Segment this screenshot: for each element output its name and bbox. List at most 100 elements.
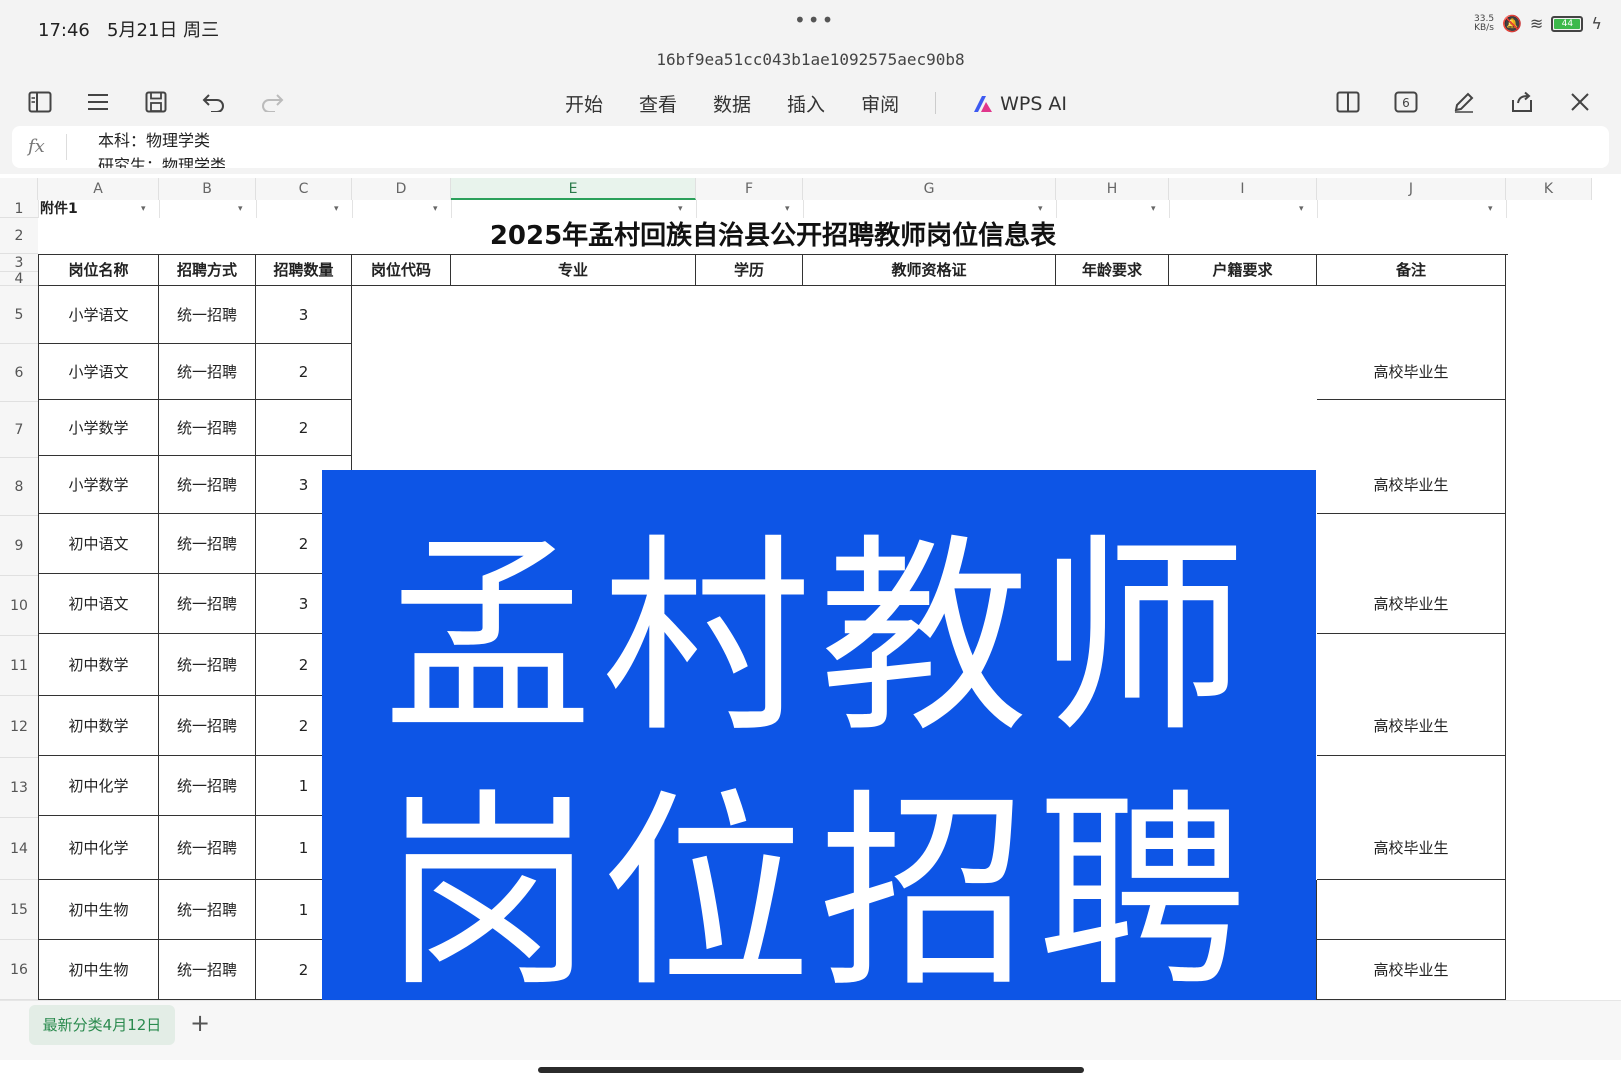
table-cell-c[interactable]: 2 bbox=[256, 344, 352, 400]
row-header-9[interactable]: 9 bbox=[0, 516, 38, 576]
add-sheet-button[interactable]: + bbox=[190, 1009, 210, 1037]
table-cell-a[interactable]: 初中语文 bbox=[38, 574, 159, 634]
column-header-i[interactable]: I bbox=[1169, 178, 1317, 200]
formula-bar[interactable]: fx 本科：物理学类 研究生：物理学类 bbox=[12, 126, 1609, 168]
row-header-2[interactable]: 2 bbox=[0, 218, 38, 254]
filter-dropdown-icon[interactable]: ▾ bbox=[1488, 205, 1498, 214]
table-cell-a[interactable]: 初中化学 bbox=[38, 756, 159, 816]
wps-ai-button[interactable]: WPS AI bbox=[972, 90, 1067, 117]
row-header-1[interactable]: 1 bbox=[0, 200, 38, 218]
column-header-c[interactable]: C bbox=[256, 178, 352, 200]
table-cell-b[interactable]: 统一招聘 bbox=[159, 696, 256, 756]
table-cell-j[interactable]: 高校毕业生 bbox=[1317, 816, 1506, 880]
more-dots-icon[interactable]: ••• bbox=[794, 8, 835, 32]
column-title-b[interactable]: 招聘方式 bbox=[159, 254, 256, 286]
filter-dropdown-icon[interactable]: ▾ bbox=[238, 205, 248, 214]
table-cell-b[interactable]: 统一招聘 bbox=[159, 574, 256, 634]
table-cell-a[interactable]: 小学数学 bbox=[38, 456, 159, 514]
row-header-16[interactable]: 16 bbox=[0, 940, 38, 1000]
spreadsheet-grid[interactable]: A B C D E F G H I J K 1 2 3 4 5 6 7 8 9 10 11 12 13 14 15 16 附件1 ▾ ▾ ▾… bbox=[0, 174, 1621, 1000]
save-icon[interactable] bbox=[142, 88, 170, 116]
row-header-13[interactable]: 13 bbox=[0, 758, 38, 818]
column-header-k[interactable]: K bbox=[1506, 178, 1592, 200]
table-cell-a[interactable]: 初中语文 bbox=[38, 514, 159, 574]
column-title-f[interactable]: 学历 bbox=[696, 254, 803, 286]
row-header-4[interactable]: 4 bbox=[0, 272, 38, 286]
table-cell-j[interactable] bbox=[1317, 514, 1506, 574]
column-header-j[interactable]: J bbox=[1317, 178, 1506, 200]
tabs-count-icon[interactable]: 6 bbox=[1392, 88, 1420, 116]
undo-icon[interactable] bbox=[200, 88, 228, 116]
table-cell-j[interactable] bbox=[1317, 880, 1506, 940]
filter-dropdown-icon[interactable]: ▾ bbox=[433, 205, 443, 214]
share-icon[interactable] bbox=[1508, 88, 1536, 116]
sheet-tab-active[interactable]: 最新分类4月12日 bbox=[29, 1005, 175, 1045]
table-cell-a[interactable]: 初中数学 bbox=[38, 696, 159, 756]
filter-dropdown-icon[interactable]: ▾ bbox=[785, 205, 795, 214]
filter-dropdown-icon[interactable]: ▾ bbox=[1299, 205, 1309, 214]
table-cell-j[interactable]: 高校毕业生 bbox=[1317, 940, 1506, 1000]
redo-icon[interactable] bbox=[258, 88, 286, 116]
tab-view[interactable]: 查看 bbox=[639, 90, 677, 117]
column-header-h[interactable]: H bbox=[1056, 178, 1169, 200]
sidebar-toggle-icon[interactable] bbox=[26, 88, 54, 116]
column-header-a[interactable]: A bbox=[38, 178, 159, 200]
table-cell-a[interactable]: 小学语文 bbox=[38, 286, 159, 344]
column-title-i[interactable]: 户籍要求 bbox=[1169, 254, 1317, 286]
table-cell-b[interactable]: 统一招聘 bbox=[159, 756, 256, 816]
table-cell-j[interactable] bbox=[1317, 286, 1506, 344]
row-header-5[interactable]: 5 bbox=[0, 286, 38, 344]
table-cell-b[interactable]: 统一招聘 bbox=[159, 634, 256, 696]
tab-review[interactable]: 审阅 bbox=[861, 90, 899, 117]
table-cell-j[interactable]: 高校毕业生 bbox=[1317, 344, 1506, 400]
column-title-g[interactable]: 教师资格证 bbox=[803, 254, 1056, 286]
table-cell-b[interactable]: 统一招聘 bbox=[159, 344, 256, 400]
row-header-8[interactable]: 8 bbox=[0, 458, 38, 516]
table-cell-j[interactable]: 高校毕业生 bbox=[1317, 456, 1506, 514]
table-cell-c[interactable]: 2 bbox=[256, 400, 352, 456]
column-title-j[interactable]: 备注 bbox=[1317, 254, 1506, 286]
row-header-6[interactable]: 6 bbox=[0, 344, 38, 402]
formula-content[interactable]: 本科：物理学类 研究生：物理学类 bbox=[98, 128, 226, 168]
column-header-g[interactable]: G bbox=[803, 178, 1056, 200]
table-cell-a[interactable]: 小学数学 bbox=[38, 400, 159, 456]
row-header-12[interactable]: 12 bbox=[0, 696, 38, 758]
table-cell-c[interactable]: 3 bbox=[256, 286, 352, 344]
table-cell-j[interactable] bbox=[1317, 400, 1506, 456]
tab-start[interactable]: 开始 bbox=[565, 90, 603, 117]
column-title-c[interactable]: 招聘数量 bbox=[256, 254, 352, 286]
table-cell-j[interactable] bbox=[1317, 634, 1506, 696]
row-header-15[interactable]: 15 bbox=[0, 880, 38, 940]
tab-insert[interactable]: 插入 bbox=[787, 90, 825, 117]
filter-dropdown-icon[interactable]: ▾ bbox=[1038, 205, 1048, 214]
table-cell-b[interactable]: 统一招聘 bbox=[159, 880, 256, 940]
row-header-7[interactable]: 7 bbox=[0, 402, 38, 458]
table-cell-b[interactable]: 统一招聘 bbox=[159, 400, 256, 456]
filter-dropdown-icon[interactable]: ▾ bbox=[1151, 205, 1161, 214]
table-cell-b[interactable]: 统一招聘 bbox=[159, 514, 256, 574]
column-title-h[interactable]: 年龄要求 bbox=[1056, 254, 1169, 286]
menu-icon[interactable] bbox=[84, 88, 112, 116]
table-cell-b[interactable]: 统一招聘 bbox=[159, 816, 256, 880]
column-header-b[interactable]: B bbox=[159, 178, 256, 200]
row-header-11[interactable]: 11 bbox=[0, 636, 38, 696]
table-cell-a[interactable]: 初中生物 bbox=[38, 880, 159, 940]
table-cell-a[interactable]: 初中数学 bbox=[38, 634, 159, 696]
table-cell-j[interactable]: 高校毕业生 bbox=[1317, 696, 1506, 756]
table-cell-j[interactable]: 高校毕业生 bbox=[1317, 574, 1506, 634]
select-all-corner[interactable] bbox=[0, 178, 38, 200]
home-indicator[interactable] bbox=[538, 1067, 1084, 1073]
table-cell-a[interactable]: 初中化学 bbox=[38, 816, 159, 880]
column-title-e[interactable]: 专业 bbox=[451, 254, 696, 286]
table-cell-b[interactable]: 统一招聘 bbox=[159, 940, 256, 1000]
table-cell-a[interactable]: 初中生物 bbox=[38, 940, 159, 1000]
table-cell-a[interactable]: 小学语文 bbox=[38, 344, 159, 400]
filter-dropdown-icon[interactable]: ▾ bbox=[334, 205, 344, 214]
table-cell-b[interactable]: 统一招聘 bbox=[159, 286, 256, 344]
column-header-d[interactable]: D bbox=[352, 178, 451, 200]
row-header-3[interactable]: 3 bbox=[0, 254, 38, 272]
close-icon[interactable] bbox=[1566, 88, 1594, 116]
table-cell-b[interactable]: 统一招聘 bbox=[159, 456, 256, 514]
column-title-a[interactable]: 岗位名称 bbox=[38, 254, 159, 286]
edit-pen-icon[interactable] bbox=[1450, 88, 1478, 116]
